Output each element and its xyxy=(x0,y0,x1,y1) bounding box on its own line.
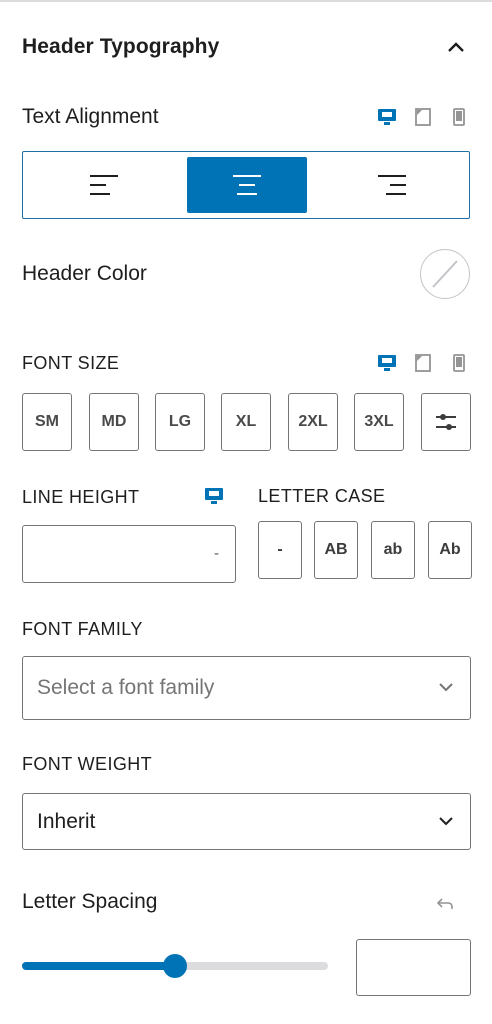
chevron-down-icon xyxy=(438,679,454,697)
header-color-row: Header Color xyxy=(22,248,470,300)
text-alignment-group xyxy=(22,151,470,219)
custom-size-sliders-icon[interactable] xyxy=(421,393,471,451)
letter-spacing-input[interactable] xyxy=(356,939,471,996)
header-color-label: Header Color xyxy=(22,262,147,285)
font-size-2xl-button[interactable]: 2XL xyxy=(288,393,338,451)
panel-title: Header Typography xyxy=(22,35,220,58)
font-weight-value: Inherit xyxy=(37,809,96,833)
font-size-3xl-button[interactable]: 3XL xyxy=(354,393,404,451)
line-height-input[interactable]: - xyxy=(22,525,236,583)
font-size-md-button[interactable]: MD xyxy=(89,393,139,451)
font-size-lg-button[interactable]: LG xyxy=(155,393,205,451)
collapse-chevron-up-icon[interactable] xyxy=(442,33,470,61)
panel-header[interactable]: Header Typography xyxy=(22,32,470,62)
desktop-icon[interactable] xyxy=(376,106,398,128)
desktop-icon[interactable] xyxy=(203,485,225,507)
text-alignment-row: Text Alignment xyxy=(22,102,470,132)
desktop-icon[interactable] xyxy=(376,352,398,374)
font-size-label: FONT SIZE xyxy=(22,352,120,373)
color-swatch-empty[interactable] xyxy=(420,249,470,299)
font-size-row: FONT SIZE xyxy=(22,350,470,376)
reset-undo-icon[interactable] xyxy=(434,893,456,915)
letter-case-label: LETTER CASE xyxy=(258,486,386,506)
font-size-device-switcher xyxy=(376,352,470,374)
line-height-label: LINE HEIGHT xyxy=(22,487,140,507)
mobile-icon[interactable] xyxy=(448,352,470,374)
letter-case-capitalize-button[interactable]: Ab xyxy=(428,521,472,579)
letter-spacing-slider-thumb[interactable] xyxy=(163,954,187,978)
letter-case-lower-button[interactable]: ab xyxy=(371,521,415,579)
align-right-button[interactable] xyxy=(353,157,431,213)
font-weight-label: FONT WEIGHT xyxy=(22,754,153,774)
letter-case-upper-button[interactable]: AB xyxy=(314,521,358,579)
letter-spacing-slider[interactable] xyxy=(22,954,328,978)
align-left-button[interactable] xyxy=(65,157,143,213)
font-size-xl-button[interactable]: XL xyxy=(221,393,271,451)
tablet-icon[interactable] xyxy=(412,106,434,128)
letter-spacing-slider-fill xyxy=(22,962,175,970)
letter-spacing-label: Letter Spacing xyxy=(22,890,158,913)
chevron-down-icon xyxy=(438,813,454,831)
align-center-button[interactable] xyxy=(187,157,307,213)
font-size-sm-button[interactable]: SM xyxy=(22,393,72,451)
font-family-select[interactable]: Select a font family xyxy=(22,656,471,720)
line-height-unit: - xyxy=(214,545,219,562)
font-family-label: FONT FAMILY xyxy=(22,619,143,639)
mobile-icon[interactable] xyxy=(448,106,470,128)
font-weight-select[interactable]: Inherit xyxy=(22,793,471,850)
tablet-icon[interactable] xyxy=(412,352,434,374)
top-divider xyxy=(0,0,492,2)
text-alignment-label: Text Alignment xyxy=(22,105,159,128)
device-switcher xyxy=(376,106,470,128)
font-family-placeholder: Select a font family xyxy=(37,676,215,699)
letter-case-none-button[interactable]: - xyxy=(258,521,302,579)
